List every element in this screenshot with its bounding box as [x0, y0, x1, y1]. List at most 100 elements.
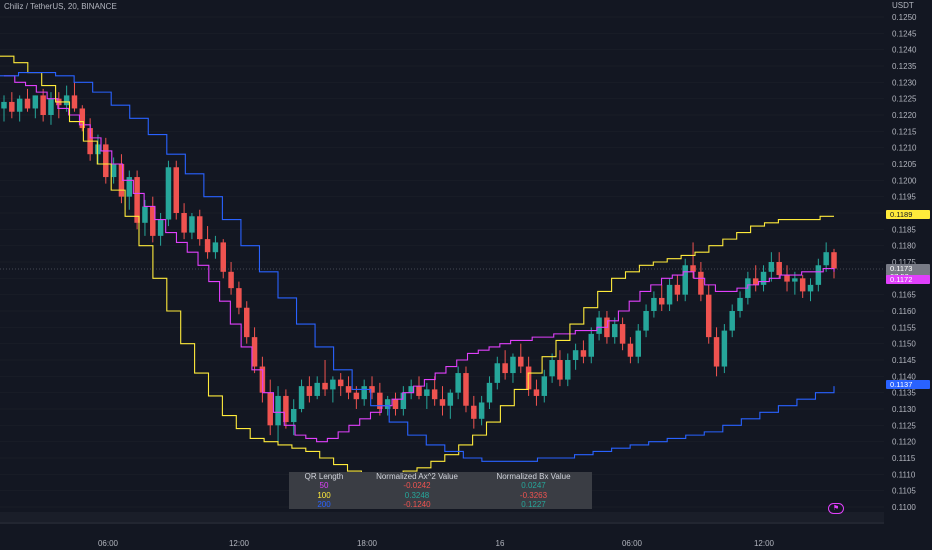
candle-body: [698, 271, 704, 295]
blue-line-price-tag: 0.1137: [886, 380, 930, 389]
candle-body: [666, 284, 673, 305]
price-tick-label: 0.1150: [892, 340, 916, 349]
candle-body: [322, 382, 328, 390]
qr-length-cell: 50: [319, 481, 329, 491]
price-tick-label: 0.1200: [892, 176, 917, 185]
candle-body: [330, 379, 336, 390]
candle-body: [596, 317, 602, 334]
candle-body: [337, 379, 344, 387]
candle-body: [486, 382, 493, 403]
price-tick-label: 0.1235: [892, 62, 917, 71]
yellow-line-price-tag: 0.1189: [886, 210, 930, 219]
candle-body: [533, 389, 540, 396]
qr-ax2-cell: -0.0242: [403, 481, 431, 491]
candle-body: [1, 101, 7, 109]
qr-table: QR Length Normalized Ax^2 Value Normaliz…: [289, 472, 592, 509]
candle-body: [612, 324, 618, 338]
qr-ax2-cell: 0.3248: [404, 490, 430, 500]
candle-body: [518, 356, 524, 367]
candle-body: [251, 337, 258, 367]
price-tick-label: 0.1240: [892, 46, 917, 55]
candle-body: [189, 216, 195, 233]
price-chart[interactable]: USDT 0.1250 0.1245 0.1240 0.1235 0.1230 0.122…: [0, 0, 932, 550]
candle-body: [181, 213, 187, 233]
candle-body: [549, 360, 555, 377]
candle-body: [40, 95, 46, 115]
candle-body: [142, 206, 148, 223]
candle-body: [165, 167, 172, 220]
candle-body: [243, 307, 250, 338]
qr-bx-cell: 0.0247: [521, 481, 546, 491]
candle-body: [314, 382, 320, 396]
candle-body: [9, 101, 15, 112]
candle-body: [752, 278, 759, 285]
candle-body: [345, 386, 352, 393]
candle-body: [298, 386, 305, 409]
price-tick-label: 0.1220: [892, 111, 917, 120]
candle-body: [799, 278, 806, 292]
candle-body: [588, 333, 595, 357]
candle-body: [361, 386, 367, 400]
candle-body: [651, 297, 657, 311]
candle-body: [197, 216, 203, 240]
candle-body: [236, 288, 242, 308]
price-tick-label: 0.1225: [892, 95, 917, 104]
candle-body: [760, 271, 767, 285]
candle-body: [439, 399, 446, 406]
candle-body: [690, 265, 696, 272]
candle-body: [478, 402, 485, 419]
candle-body: [173, 167, 180, 213]
candle-body: [619, 324, 626, 344]
time-tick-label: 06:00: [622, 539, 643, 548]
candle-body: [557, 360, 563, 380]
qr-header-bx: Normalized Bx Value: [496, 472, 571, 481]
candle-body: [831, 252, 837, 269]
flag-icon[interactable]: ⚑: [828, 503, 844, 514]
price-tick-label: 0.1185: [892, 225, 916, 234]
candle-body: [682, 265, 688, 295]
candle-body: [494, 363, 501, 383]
candle-body: [290, 409, 297, 423]
price-tick-label: 0.1245: [892, 29, 917, 38]
candle-body: [424, 389, 430, 396]
price-tick-label: 0.1105: [892, 487, 916, 496]
symbol-title[interactable]: Chiliz / TetherUS, 20, BINANCE: [4, 2, 117, 11]
candle-body: [157, 219, 164, 236]
qr-table-row: 200 -0.1240 0.1227: [289, 500, 592, 509]
candle-body: [541, 376, 548, 396]
candle-body: [24, 98, 31, 109]
candle-body: [212, 242, 219, 253]
candle-body: [768, 262, 775, 272]
candle-body: [447, 392, 454, 406]
candle-body: [32, 95, 39, 109]
price-tick-label: 0.1135: [892, 389, 916, 398]
candle-body: [463, 373, 469, 406]
price-tick-label: 0.1145: [892, 356, 916, 365]
qr-length-cell: 200: [317, 499, 331, 509]
price-tick-label: 0.1165: [892, 291, 916, 300]
candle-body: [416, 386, 422, 396]
price-tick-label: 0.1155: [892, 323, 916, 332]
candle-body: [643, 311, 649, 331]
price-tick-label: 0.1110: [892, 470, 916, 479]
qr-header-length: QR Length: [304, 472, 344, 481]
price-tick-label: 0.1195: [892, 193, 916, 202]
candle-body: [63, 95, 70, 106]
price-tick-label: 0.1205: [892, 160, 917, 169]
price-tick-label: 0.1130: [892, 405, 916, 414]
candle-body: [204, 239, 211, 253]
time-tick-label: 12:00: [754, 539, 775, 548]
candle-body: [48, 98, 54, 115]
qr-length-cell: 100: [317, 490, 331, 500]
candle-body: [502, 363, 508, 374]
candle-body: [220, 242, 226, 272]
candle-body: [580, 350, 587, 357]
candle-body: [713, 337, 720, 367]
bottom-pane: [0, 512, 884, 524]
price-axis-unit: USDT: [892, 1, 914, 10]
candle-body: [392, 399, 399, 409]
candle-body: [658, 297, 665, 305]
candle-body: [815, 265, 822, 285]
candle-body: [228, 271, 234, 289]
candle-body: [737, 297, 743, 311]
